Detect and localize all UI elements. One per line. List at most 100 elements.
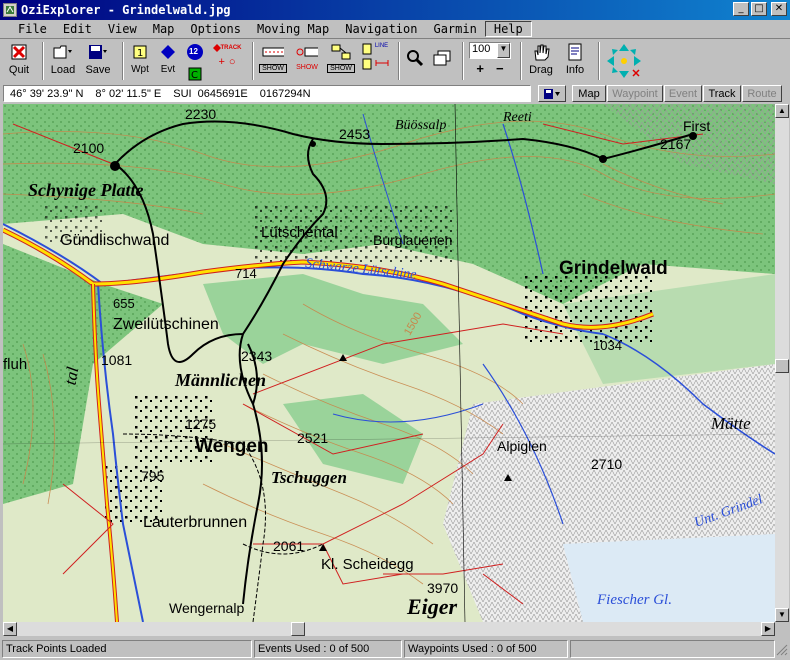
blue-circle-12-icon: 12 — [184, 42, 206, 62]
drag-button[interactable]: Drag — [526, 40, 556, 76]
toolbar-separator — [598, 42, 600, 80]
wpt-label: Wpt — [131, 64, 149, 75]
info-page-icon — [564, 42, 586, 62]
latitude: 46° 39' 23.9" N — [10, 87, 84, 100]
label-e2167: 2167 — [660, 136, 692, 152]
title-bar: OziExplorer - Grindelwald.jpg _ □ ✕ — [0, 0, 790, 20]
zoom-out-button[interactable]: − — [496, 61, 504, 76]
horizontal-scrollbar[interactable]: ◀ ▶ — [3, 622, 775, 636]
menu-garmin[interactable]: Garmin — [425, 22, 484, 36]
track-list-icon — [262, 42, 284, 62]
scroll-right-button[interactable]: ▶ — [761, 622, 775, 636]
waypoint-marker-icon — [362, 43, 372, 55]
find-button[interactable] — [404, 40, 426, 68]
horizontal-scroll-thumb[interactable] — [291, 622, 305, 636]
show1-label: SHOW — [259, 64, 287, 73]
menu-navigation[interactable]: Navigation — [337, 22, 425, 36]
show-routes-button[interactable]: SHOW — [326, 40, 356, 73]
label-grindelwald: Grindelwald — [559, 258, 668, 279]
menu-options[interactable]: Options — [182, 22, 249, 36]
label-reeti: Reeti — [503, 110, 532, 125]
resize-grip-icon[interactable] — [776, 644, 788, 656]
scroll-left-button[interactable]: ◀ — [3, 622, 17, 636]
label-e1081: 1081 — [101, 352, 133, 368]
save-position-button[interactable] — [538, 85, 566, 102]
label-e2521: 2521 — [297, 430, 329, 446]
minimize-button[interactable]: _ — [733, 2, 749, 16]
label-e795: 795 — [141, 468, 165, 484]
vertical-scroll-thumb[interactable] — [775, 359, 789, 373]
zoom-dropdown-arrow[interactable]: ▼ — [497, 43, 510, 58]
label-burglauenen: Burglauenen — [373, 232, 453, 248]
floppy-disk-icon — [87, 42, 109, 62]
zoom-select[interactable]: 100 ▼ — [469, 42, 511, 59]
green-c-icon: C — [184, 64, 206, 84]
pan-control[interactable] — [604, 40, 644, 83]
label-mannlichen: Männlichen — [175, 370, 267, 390]
grid-name: SUI — [173, 87, 192, 100]
toolbar: Quit Load Save 1 Wpt Evt 12 C TRACK + ○ … — [0, 40, 790, 84]
label-e2230: 2230 — [185, 106, 217, 122]
svg-text:C: C — [191, 70, 198, 81]
menu-map[interactable]: Map — [145, 22, 183, 36]
evt-label: Evt — [160, 64, 176, 75]
show-tracks-button[interactable]: SHOW — [258, 40, 288, 73]
menu-edit[interactable]: Edit — [55, 22, 100, 36]
circle-number: 12 — [189, 47, 198, 56]
info-label: Info — [565, 64, 585, 76]
label-fiescher: Fiescher Gl. — [597, 592, 672, 608]
line-tools-button[interactable]: LINE — [360, 40, 390, 70]
status-empty-panel — [570, 640, 775, 658]
menu-file[interactable]: File — [10, 22, 55, 36]
event-button[interactable]: Evt — [156, 40, 180, 75]
event-diamond-icon — [157, 42, 179, 62]
scroll-up-button[interactable]: ▲ — [775, 104, 789, 118]
mode-map-button[interactable]: Map — [572, 85, 606, 102]
label-lutschental: Lütschental — [261, 224, 338, 241]
gps-number-button[interactable]: 12 C — [184, 40, 206, 84]
waypoint-icon: 1 — [129, 42, 151, 62]
red-circle-icon: ○ — [228, 56, 236, 68]
mode-route-button[interactable]: Route — [742, 85, 782, 102]
mode-waypoint-button[interactable]: Waypoint — [607, 85, 663, 102]
label-zweilutschinen: Zweilütschinen — [113, 316, 219, 333]
position-readout: 46° 39' 23.9" N 8° 02' 11.5" E SUI 06456… — [3, 85, 531, 102]
load-label: Load — [50, 64, 76, 76]
menu-moving-map[interactable]: Moving Map — [249, 22, 337, 36]
label-e1275: 1275 — [185, 416, 217, 432]
waypoint-button[interactable]: 1 Wpt — [128, 40, 152, 75]
map-select-button[interactable] — [430, 40, 454, 68]
app-icon[interactable] — [3, 3, 17, 17]
status-waypoints-used: Waypoints Used : 0 of 500 — [404, 640, 568, 658]
label-tschuggen: Tschuggen — [271, 468, 347, 487]
show3-label: SHOW — [327, 64, 355, 73]
mode-track-button[interactable]: Track — [703, 85, 741, 102]
label-lauterbrunnen: Lauterbrunnen — [143, 514, 248, 531]
marker-icon — [362, 58, 371, 70]
load-button[interactable]: Load — [48, 40, 78, 76]
vertical-scrollbar[interactable]: ▲ ▼ — [775, 104, 789, 622]
info-button[interactable]: Info — [560, 40, 590, 76]
maximize-button[interactable]: □ — [751, 2, 767, 16]
label-e655: 655 — [113, 296, 135, 311]
zoom-value: 100 — [472, 43, 491, 55]
status-bar: Track Points Loaded Events Used : 0 of 5… — [0, 638, 790, 660]
label-e714: 714 — [235, 266, 257, 281]
waypoint-list-icon — [296, 42, 318, 62]
show2-label: SHOW — [296, 64, 318, 71]
close-button[interactable]: ✕ — [771, 2, 787, 16]
window-title: OziExplorer - Grindelwald.jpg — [21, 3, 231, 17]
show-waypoints-button[interactable]: SHOW — [292, 40, 322, 71]
label-e2100: 2100 — [73, 140, 105, 156]
map-view[interactable]: 2100 Schynige Platte 2230 2453 Büössalp … — [3, 104, 775, 622]
quit-button[interactable]: Quit — [4, 40, 34, 76]
menu-view[interactable]: View — [100, 22, 145, 36]
toolbar-separator — [398, 42, 400, 80]
save-button[interactable]: Save — [82, 40, 114, 76]
scroll-down-button[interactable]: ▼ — [775, 608, 789, 622]
track-tools[interactable]: TRACK + ○ — [210, 40, 244, 68]
menu-help[interactable]: Help — [484, 21, 532, 37]
label-fluh: fluh — [3, 356, 28, 373]
mode-event-button[interactable]: Event — [664, 85, 702, 102]
zoom-in-button[interactable]: + — [476, 61, 484, 76]
